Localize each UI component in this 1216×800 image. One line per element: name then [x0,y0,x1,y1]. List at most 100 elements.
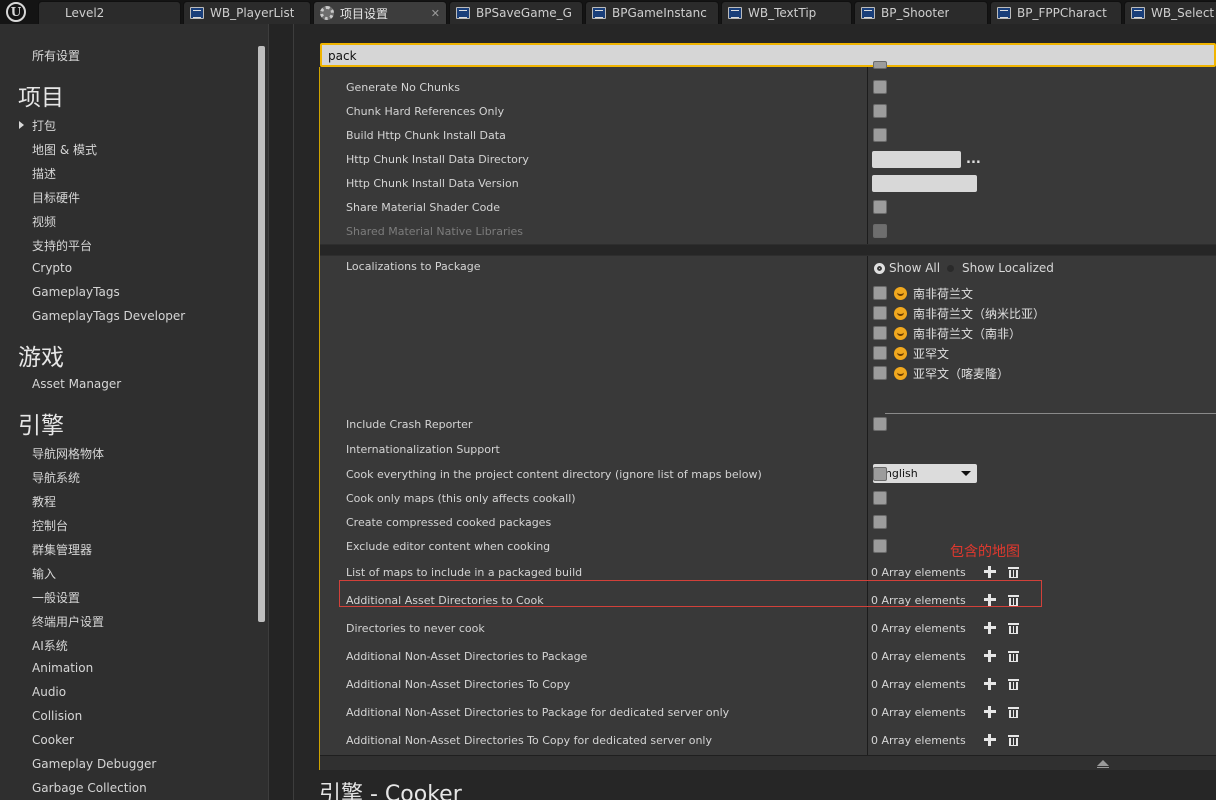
add-element-icon[interactable] [984,622,996,634]
settings-sidebar: 所有设置 项目 打包 地图 & 模式 描述 目标硬件 视频 支持的平台 Cryp… [0,24,268,800]
tab-label: BPGameInstanc [612,6,707,20]
cook-only-maps-checkbox[interactable] [873,491,887,505]
sidebar-item-ai-system[interactable]: AI系统 [32,637,68,654]
advanced-collapse-bar[interactable] [320,755,1216,770]
tab-level2[interactable]: Level2 [38,1,181,24]
section-divider [320,244,1216,256]
trash-icon[interactable] [1008,594,1019,606]
sidebar-item-navmesh[interactable]: 导航网格物体 [32,445,104,462]
language-checkbox[interactable] [873,326,887,340]
sidebar-item-navigation-system[interactable]: 导航系统 [32,469,80,486]
cook-everything-checkbox[interactable] [873,467,887,481]
language-label: 亚罕文 [913,347,950,361]
language-label: 南非荷兰文（纳米比亚） [913,307,1046,321]
add-element-icon[interactable] [984,706,996,718]
show-localized-radio[interactable] [947,265,954,272]
sidebar-item-all-settings[interactable]: 所有设置 [32,47,80,64]
language-label: 亚罕文（喀麦隆） [913,367,1010,381]
show-all-radio[interactable] [874,263,885,274]
trash-icon[interactable] [1008,706,1019,718]
sidebar-item-tutorials[interactable]: 教程 [32,493,56,510]
tab-bp-shooter[interactable]: BP_Shooter [854,1,988,24]
add-element-icon[interactable] [984,566,996,578]
tab-project-settings[interactable]: 项目设置 ✕ [313,1,447,24]
add-element-icon[interactable] [984,734,996,746]
panel-splitter[interactable] [268,24,294,800]
chunk-hard-references-checkbox[interactable] [873,104,887,118]
blueprint-icon [997,7,1011,19]
generate-no-chunks-checkbox[interactable] [873,80,887,94]
language-checkbox[interactable] [873,306,887,320]
array-count: 0 Array elements [871,734,966,747]
sidebar-item-gameplaytags-developer[interactable]: GameplayTags Developer [32,309,185,323]
http-chunk-version-input[interactable] [872,175,977,192]
browse-directory-button[interactable]: ... [966,152,981,167]
sidebar-item-maps-modes[interactable]: 地图 & 模式 [32,141,97,158]
sidebar-item-description[interactable]: 描述 [32,165,56,182]
tab-label: Level2 [65,6,105,20]
collapse-advanced-icon[interactable] [1097,760,1109,768]
sidebar-item-user-settings[interactable]: 终端用户设置 [32,613,104,630]
shared-material-native-checkbox [873,224,887,238]
sidebar-item-supported-platforms[interactable]: 支持的平台 [32,237,92,254]
sidebar-item-packaging[interactable]: 打包 [32,117,56,134]
sidebar-item-asset-manager[interactable]: Asset Manager [32,377,121,391]
add-element-icon[interactable] [984,678,996,690]
trash-icon[interactable] [1008,678,1019,690]
sidebar-item-collision[interactable]: Collision [32,709,82,723]
add-element-icon[interactable] [984,650,996,662]
sidebar-item-input[interactable]: 输入 [32,565,56,582]
build-http-chunk-checkbox[interactable] [873,128,887,142]
trash-icon[interactable] [1008,622,1019,634]
tab-wb-texttip[interactable]: WB_TextTip [721,1,852,24]
language-checkbox[interactable] [873,366,887,380]
sidebar-item-cooker[interactable]: Cooker [32,733,74,747]
setting-label: Share Material Shader Code [346,201,501,214]
tab-label: BPSaveGame_G [476,6,572,20]
language-checkbox[interactable] [873,286,887,300]
setting-label: Directories to never cook [346,622,485,635]
trash-icon[interactable] [1008,650,1019,662]
sidebar-item-general-settings[interactable]: 一般设置 [32,589,80,606]
sidebar-section-engine: 引擎 [18,413,64,439]
sidebar-scrollbar[interactable] [258,46,265,622]
sidebar-item-gameplay-debugger[interactable]: Gameplay Debugger [32,757,156,771]
unreal-logo-icon[interactable]: U [6,2,26,22]
compressed-packages-checkbox[interactable] [873,515,887,529]
internationalization-dropdown[interactable]: English [873,464,977,483]
close-icon[interactable]: ✕ [431,7,440,20]
tab-bpgameinstance[interactable]: BPGameInstanc [585,1,719,24]
tab-label: WB_TextTip [748,6,817,20]
trash-icon[interactable] [1008,566,1019,578]
include-crash-reporter-checkbox[interactable] [873,417,887,431]
trash-icon[interactable] [1008,734,1019,746]
sidebar-item-target-hardware[interactable]: 目标硬件 [32,189,80,206]
search-input[interactable] [322,46,1214,66]
setting-label: Localizations to Package [346,260,481,273]
tab-bpsavegame[interactable]: BPSaveGame_G [449,1,583,24]
sidebar-item-garbage-collection[interactable]: Garbage Collection [32,781,147,795]
sidebar-item-gameplaytags[interactable]: GameplayTags [32,285,120,299]
setting-label: Http Chunk Install Data Version [346,177,519,190]
tab-bp-fppcharacter[interactable]: BP_FPPCharact [990,1,1122,24]
exclude-editor-content-checkbox[interactable] [873,539,887,553]
sidebar-item-crowd-manager[interactable]: 群集管理器 [32,541,92,558]
sidebar-item-audio[interactable]: Audio [32,685,66,699]
setting-label: Additional Non-Asset Directories to Pack… [346,706,730,719]
sidebar-item-crypto[interactable]: Crypto [32,261,72,275]
sidebar-item-animation[interactable]: Animation [32,661,93,675]
add-element-icon[interactable] [984,594,996,606]
blueprint-icon [1131,7,1145,19]
setting-checkbox[interactable] [873,61,887,69]
setting-label: Cook everything in the project content d… [346,468,762,481]
settings-main: Generate No Chunks Chunk Hard References… [294,24,1216,800]
column-splitter[interactable] [867,67,868,770]
sidebar-item-movies[interactable]: 视频 [32,213,56,230]
sidebar-item-console[interactable]: 控制台 [32,517,68,534]
tab-wb-playerlist[interactable]: WB_PlayerList [183,1,311,24]
share-material-shader-checkbox[interactable] [873,200,887,214]
language-checkbox[interactable] [873,346,887,360]
section-title-engine-cooker: 引擎 - Cooker [319,782,462,800]
tab-wb-select[interactable]: WB_Select [1124,1,1216,24]
http-chunk-directory-input[interactable] [872,151,961,168]
